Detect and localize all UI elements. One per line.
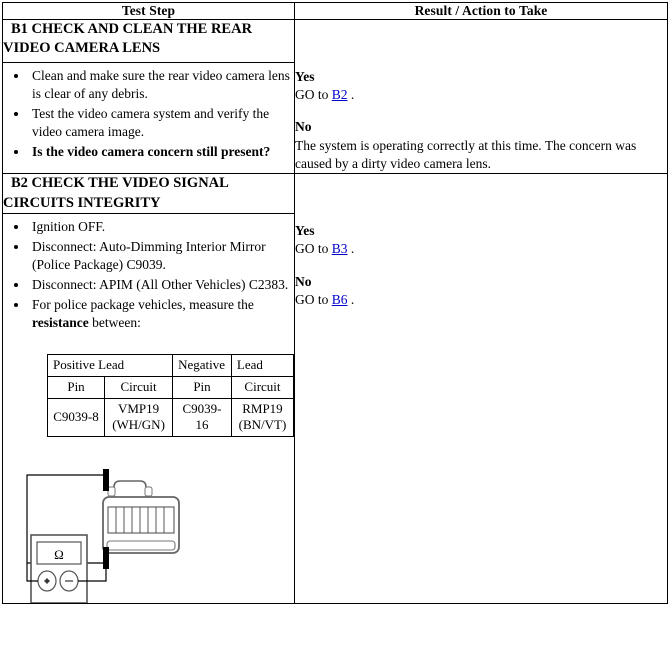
link-b2[interactable]: B2 (332, 87, 348, 102)
b2-no-suffix: . (347, 291, 355, 307)
link-b3[interactable]: B3 (332, 241, 348, 256)
list-item: Clean and make sure the rear video camer… (29, 67, 294, 103)
column-header-test-step: Test Step (2, 2, 295, 20)
step-b1-result-cell: Yes GO to B2 . No The system is operatin… (294, 18, 668, 175)
list-item: Ignition OFF. (29, 218, 294, 236)
pin-col-header-pin-1: Pin (46, 375, 106, 399)
b2-no-prefix: GO to (295, 291, 332, 307)
pin-table-group-header-row: Positive Lead Negative Lead (46, 354, 295, 377)
pin-cell-positive-circuit: VMP19 (WH/GN) (104, 397, 174, 437)
multimeter-icon: Ω (30, 533, 88, 603)
step-b1-title: B1 CHECK AND CLEAN THE REAR VIDEO CAMERA… (2, 18, 295, 64)
b1-yes-label: Yes (295, 69, 315, 84)
step-b2-title: B2 CHECK THE VIDEO SIGNAL CIRCUITS INTEG… (2, 173, 295, 214)
emphasis-text: resistance (32, 315, 89, 331)
group-header-positive-lead: Positive Lead (46, 354, 174, 377)
link-b6[interactable]: B6 (332, 292, 348, 307)
b1-yes-action: GO to B2 . (295, 86, 667, 104)
list-item: For police package vehicles, measure the… (29, 296, 294, 332)
b2-yes-prefix: GO to (295, 241, 332, 257)
step-b2-title-row: B2 CHECK THE VIDEO SIGNAL CIRCUITS INTEG… (2, 173, 668, 604)
b2-no-label: No (295, 273, 312, 289)
pinpoint-test-page: Test Step Result / Action to Take B1 CHE… (0, 2, 669, 650)
pin-table-column-header-row: Pin Circuit Pin Circuit (46, 375, 295, 399)
pin-col-header-circuit-1: Circuit (104, 375, 174, 399)
column-header-result-action: Result / Action to Take (294, 2, 668, 20)
list-item: Test the video camera system and verify … (29, 105, 294, 141)
pin-col-header-circuit-2: Circuit (230, 375, 295, 399)
b2-yes-label: Yes (295, 223, 315, 239)
table-row: C9039-8 VMP19 (WH/GN) C9039-16 RMP19 (BN… (46, 397, 295, 437)
b1-no-label: No (295, 119, 312, 135)
step-b1-title-row: B1 CHECK AND CLEAN THE REAR VIDEO CAMERA… (2, 18, 668, 175)
meter-display-omega: Ω (54, 547, 64, 562)
group-header-negative-lead-circuit: Lead (230, 354, 295, 377)
b1-yes-suffix: . (347, 87, 355, 103)
step-b2-body: Ignition OFF. Disconnect: Auto-Dimming I… (2, 212, 295, 604)
pin-col-header-pin-2: Pin (172, 375, 232, 399)
step-b1-bullet-list: Clean and make sure the rear video camer… (3, 67, 294, 161)
list-item-bold-text: Is the video camera concern still presen… (32, 144, 271, 160)
probe-tip-negative (103, 546, 109, 569)
connector-icon (102, 479, 180, 554)
b2-yes-suffix: . (347, 241, 355, 257)
list-item: Is the video camera concern still presen… (29, 143, 294, 161)
step-b1-body: Clean and make sure the rear video camer… (2, 62, 295, 175)
list-item-text: For police package vehicles, measure the… (32, 296, 254, 331)
b2-no-action: GO to B6 . (295, 291, 667, 309)
diagram-svg: Ω (26, 468, 180, 603)
pin-cell-negative-circuit: RMP19 (BN/VT) (230, 397, 295, 437)
resistance-measurement-diagram: Ω (3, 463, 294, 603)
pin-reference-table: Positive Lead Negative Lead Pin Circuit … (46, 354, 295, 437)
table-header-row: Test Step Result / Action to Take (2, 2, 668, 20)
b2-yes-action: GO to B3 . (295, 240, 667, 258)
b1-yes-prefix: GO to (295, 87, 332, 103)
probe-tip-positive (103, 468, 109, 491)
b1-no-text: The system is operating correctly at thi… (295, 138, 637, 172)
list-item: Disconnect: APIM (All Other Vehicles) C2… (29, 276, 294, 294)
b2-result-gap (295, 259, 667, 273)
list-item: Disconnect: Auto-Dimming Interior Mirror… (29, 238, 294, 274)
step-b2-bullet-list: Ignition OFF. Disconnect: Auto-Dimming I… (3, 218, 294, 332)
b1-result-gap (295, 104, 667, 118)
pin-cell-negative-pin: C9039-16 (172, 397, 232, 437)
pin-cell-positive-pin: C9039-8 (46, 397, 106, 437)
pinpoint-test-table: Test Step Result / Action to Take B1 CHE… (2, 2, 668, 604)
step-b2-result-cell: Yes GO to B3 . No GO to B6 . (294, 173, 668, 604)
group-header-negative-lead-pin: Negative (172, 354, 232, 377)
